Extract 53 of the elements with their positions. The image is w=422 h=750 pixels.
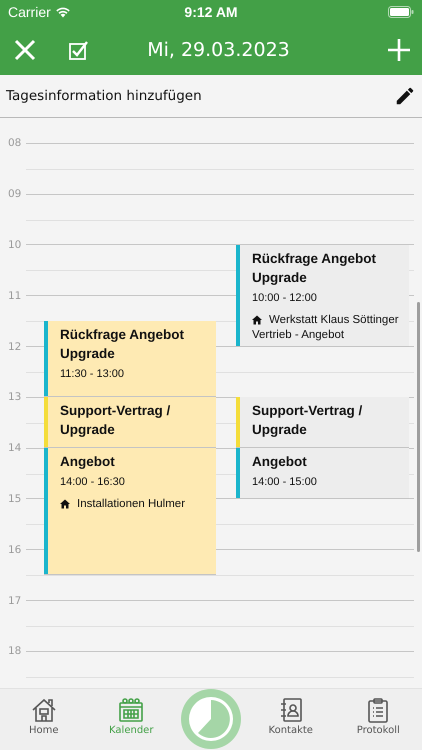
hour-label: 13	[7, 391, 22, 404]
pencil-icon	[394, 85, 416, 107]
tab-item[interactable]: Protokoll	[334, 689, 422, 750]
hour-label: 11	[7, 290, 22, 302]
home-icon	[252, 315, 262, 325]
event-card[interactable]: Support-Vertrag / Upgrade	[236, 397, 409, 448]
plus-icon	[388, 38, 410, 60]
event-card[interactable]: Angebot 14:00 - 15:00	[236, 448, 409, 499]
hour-label: 08	[7, 137, 22, 150]
close-icon	[14, 38, 36, 60]
event-card[interactable]: Angebot 14:00 - 16:30 Installationen Hulmer	[44, 448, 216, 576]
pie-timer-icon	[189, 696, 233, 740]
hour-label: 17	[7, 594, 22, 607]
select-button[interactable]	[69, 40, 89, 60]
home-icon	[60, 499, 70, 510]
event-title: Rückfrage Angebot Upgrade	[252, 250, 378, 287]
hour-label: 14	[7, 442, 22, 454]
event-location: Werkstatt Klaus Söttinger	[269, 313, 399, 328]
event-time: 14:00 - 15:00	[252, 475, 318, 490]
hour-label: 16	[7, 544, 22, 556]
hour-label: 09	[7, 188, 22, 200]
wifi-icon	[54, 6, 71, 18]
tab-item[interactable]: Home	[0, 689, 88, 750]
event-note: Vertrieb - Angebot	[252, 328, 346, 343]
event-time: 10:00 - 12:00	[252, 291, 318, 306]
event-title: Angebot	[60, 453, 116, 472]
event-title: Support-Vertrag / Upgrade	[252, 402, 364, 440]
event-time: 14:00 - 16:30	[60, 475, 126, 490]
event-location: Installationen Hulmer	[77, 497, 186, 512]
house-icon	[30, 697, 57, 723]
date-title: Mi, 29.03.2023	[146, 38, 291, 60]
scrollbar[interactable]	[417, 302, 420, 552]
event-title: Angebot	[252, 453, 308, 472]
event-time: 11:30 - 13:00	[60, 367, 126, 382]
hour-label: 10	[7, 238, 22, 251]
clock-time: 9:12 AM	[184, 4, 238, 20]
event-title: Rückfrage Angebot Upgrade	[60, 326, 186, 364]
event-card[interactable]: Support-Vertrag / Upgrade	[44, 397, 216, 448]
carrier-label: Carrier	[8, 4, 51, 20]
hour-label: 15	[7, 492, 22, 505]
hour-label: 18	[7, 645, 22, 658]
edit-button[interactable]	[394, 85, 416, 107]
checkbox-icon	[69, 40, 89, 60]
event-title: Support-Vertrag / Upgrade	[60, 402, 172, 440]
event-card[interactable]: Rückfrage Angebot Upgrade 11:30 - 13:00	[44, 321, 216, 398]
day-info-link[interactable]: Tagesinformation hinzufügen	[6, 88, 394, 104]
battery-icon	[388, 6, 414, 18]
event-card[interactable]: Rückfrage Angebot Upgrade 10:00 - 12:00 Werkstatt Klaus Söttinger Vertrieb - Angebot	[236, 245, 409, 347]
hour-label: 12	[7, 340, 22, 353]
tab-item[interactable]: Kontakte	[247, 689, 334, 750]
calendar-icon	[118, 697, 144, 723]
close-button[interactable]	[14, 38, 36, 60]
add-button[interactable]	[388, 38, 410, 60]
